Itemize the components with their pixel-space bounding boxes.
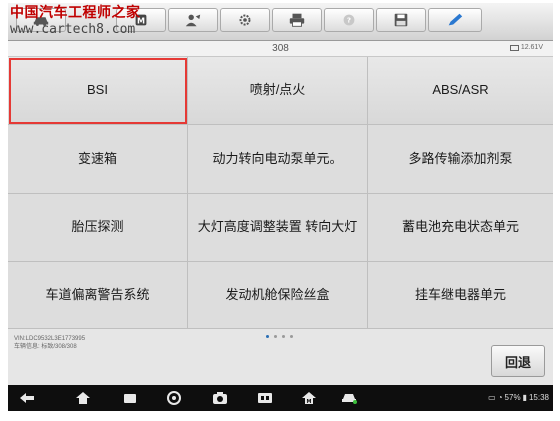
menu-bsi[interactable]: BSI bbox=[8, 57, 188, 125]
menu-trailer-relay[interactable]: 挂车继电器单元 bbox=[368, 262, 553, 329]
info-panel: VIN:LDC9532L3E1773995 车辆信息: 标致/308/308 回… bbox=[8, 329, 553, 385]
watermark-url: www.cartech8.com bbox=[10, 22, 136, 37]
person-button[interactable] bbox=[168, 8, 218, 32]
vehicle-info: VIN:LDC9532L3E1773995 车辆信息: 标致/308/308 bbox=[14, 335, 85, 352]
page-dot[interactable] bbox=[266, 335, 269, 338]
vehicle-line: 车辆信息: 标致/308/308 bbox=[14, 344, 77, 351]
recents-icon[interactable] bbox=[121, 390, 139, 406]
page-dot[interactable] bbox=[290, 335, 293, 338]
menu-injection-ignition[interactable]: 喷射/点火 bbox=[188, 57, 368, 125]
camera-icon[interactable] bbox=[211, 390, 229, 406]
menu-battery-charge-unit[interactable]: 蓄电池充电状态单元 bbox=[368, 194, 553, 262]
status-strip: 308 12.61V bbox=[8, 41, 553, 57]
page-indicator bbox=[266, 335, 293, 338]
browser-icon[interactable] bbox=[165, 390, 183, 406]
system-menu-grid: BSI 喷射/点火 ABS/ASR 变速箱 动力转向电动泵单元。 多路传输添加剂… bbox=[8, 57, 553, 329]
voltage-indicator: 12.61V bbox=[509, 44, 543, 51]
pen-icon bbox=[448, 13, 463, 26]
save-button[interactable] bbox=[376, 8, 426, 32]
person-icon bbox=[185, 14, 201, 27]
annotate-button[interactable] bbox=[428, 8, 482, 32]
settings-icon bbox=[239, 14, 251, 26]
battery-percent: 57% bbox=[504, 393, 521, 402]
battery-icon bbox=[509, 44, 519, 51]
wifi-icon: ◔ bbox=[497, 393, 503, 402]
vehicle-model: 308 bbox=[272, 43, 289, 54]
menu-tire-pressure[interactable]: 胎压探测 bbox=[8, 194, 188, 262]
menu-lane-departure[interactable]: 车道偏离警告系统 bbox=[8, 262, 188, 329]
menu-headlamp-leveling[interactable]: 大灯高度调整装置 转向大灯 bbox=[188, 194, 368, 262]
system-status: ▭ ◔ 57% ▮ 15:38 bbox=[488, 393, 549, 402]
screen-icon[interactable] bbox=[256, 390, 274, 406]
voltage-value: 12.61V bbox=[520, 44, 543, 51]
svg-text:M: M bbox=[307, 399, 312, 405]
menu-abs-asr[interactable]: ABS/ASR bbox=[368, 57, 553, 125]
help-icon: ? bbox=[343, 14, 355, 26]
print-button[interactable] bbox=[272, 8, 322, 32]
autel-home-icon[interactable]: M bbox=[300, 390, 318, 406]
menu-gearbox[interactable]: 变速箱 bbox=[8, 125, 188, 194]
android-nav-bar: M ▭ ◔ 57% ▮ 15:38 bbox=[8, 385, 553, 411]
vehicle-icon[interactable] bbox=[340, 390, 358, 406]
menu-engine-fuse-box[interactable]: 发动机舱保险丝盒 bbox=[188, 262, 368, 329]
message-icon: ▭ bbox=[488, 393, 496, 402]
svg-text:?: ? bbox=[347, 16, 351, 25]
menu-additive-pump[interactable]: 多路传输添加剂泵 bbox=[368, 125, 553, 194]
watermark-chinese: 中国汽车工程师之家 bbox=[10, 5, 141, 21]
home-icon[interactable] bbox=[74, 390, 92, 406]
tablet-screen: M ? 中国汽车工程师之家 www.cartech8.com 308 12.61… bbox=[8, 3, 553, 411]
back-arrow-icon[interactable] bbox=[18, 390, 36, 406]
watermark: 中国汽车工程师之家 www.cartech8.com bbox=[10, 6, 141, 36]
vin-line: VIN:LDC9532L3E1773995 bbox=[14, 336, 86, 342]
page-dot[interactable] bbox=[282, 335, 285, 338]
save-icon bbox=[394, 13, 408, 27]
help-button[interactable]: ? bbox=[324, 8, 374, 32]
back-button[interactable]: 回退 bbox=[491, 345, 545, 377]
clock: 15:38 bbox=[528, 393, 549, 402]
print-icon bbox=[289, 13, 305, 27]
menu-power-steering-pump[interactable]: 动力转向电动泵单元。 bbox=[188, 125, 368, 194]
settings-button[interactable] bbox=[220, 8, 270, 32]
page-dot[interactable] bbox=[274, 335, 277, 338]
battery-status-icon: ▮ bbox=[522, 393, 527, 402]
